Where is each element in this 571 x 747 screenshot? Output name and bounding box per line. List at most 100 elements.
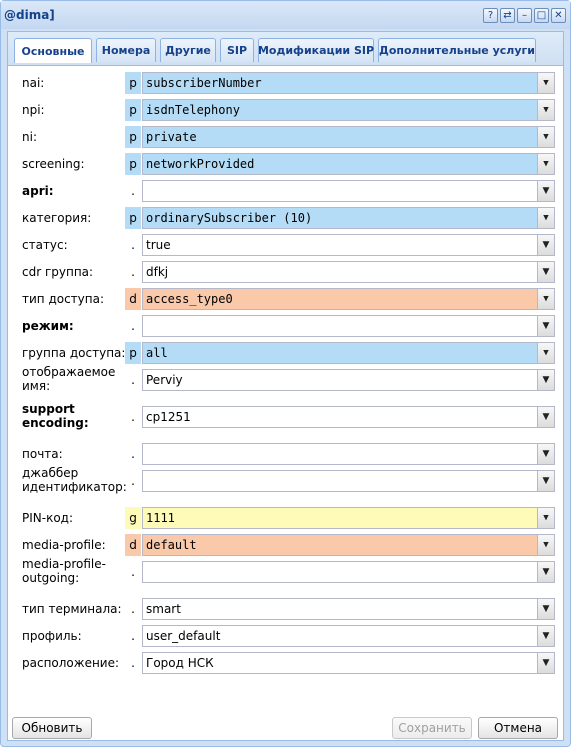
field-label: почта: (22, 447, 63, 461)
combo-field[interactable]: access_type0 ▼ (142, 288, 555, 310)
field-label: media-profile-outgoing: (22, 557, 106, 585)
cancel-button[interactable]: Отмена (478, 717, 558, 739)
source-flag: p (125, 72, 141, 94)
dropdown-trigger[interactable]: ▼ (537, 100, 554, 120)
field-label: support encoding: (22, 402, 89, 430)
combo-field[interactable]: all ▼ (142, 342, 555, 364)
dropdown-trigger[interactable]: ▼ (537, 471, 554, 491)
tab-3[interactable]: Другие (160, 38, 216, 62)
form-row: ni: p private ▼ (8, 126, 563, 152)
field-value: isdnTelephony (146, 103, 240, 117)
combo-field[interactable]: ▼ (142, 443, 555, 465)
combo-field[interactable]: 1111 ▼ (142, 507, 555, 529)
dropdown-trigger[interactable]: ▼ (537, 599, 554, 619)
dropdown-trigger[interactable]: ▼ (537, 235, 554, 255)
tab-6[interactable]: Дополнительные услуги (378, 38, 536, 62)
field-value: networkProvided (146, 157, 255, 171)
dropdown-trigger[interactable]: ▼ (537, 181, 554, 201)
field-label: тип доступа: (22, 292, 105, 306)
chevron-down-icon: ▼ (543, 77, 549, 88)
tab-5[interactable]: Модификации SIP (258, 38, 374, 62)
field-value: access_type0 (146, 292, 233, 306)
source-flag: p (125, 207, 141, 229)
dropdown-trigger[interactable]: ▼ (537, 508, 554, 528)
combo-field[interactable]: user_default ▼ (142, 625, 555, 647)
field-label: статус: (22, 238, 68, 252)
combo-field[interactable]: true ▼ (142, 234, 555, 256)
source-flag: . (131, 265, 135, 279)
dropdown-trigger[interactable]: ▼ (537, 316, 554, 336)
dropdown-trigger[interactable]: ▼ (537, 370, 554, 390)
dropdown-trigger[interactable]: ▼ (537, 535, 554, 555)
combo-field[interactable]: isdnTelephony ▼ (142, 99, 555, 121)
combo-field[interactable]: private ▼ (142, 126, 555, 148)
chevron-down-icon: ▼ (542, 185, 550, 196)
help-icon[interactable]: ? (483, 8, 498, 23)
field-value: smart (146, 602, 181, 616)
combo-field[interactable]: smart ▼ (142, 598, 555, 620)
dropdown-trigger[interactable]: ▼ (537, 289, 554, 309)
field-label: режим: (22, 319, 74, 333)
tab-1[interactable]: Основные (14, 38, 92, 63)
source-flag: . (131, 319, 135, 333)
field-value: subscriberNumber (146, 76, 262, 90)
combo-field[interactable]: ▼ (142, 470, 555, 492)
combo-field[interactable]: cp1251 ▼ (142, 406, 555, 428)
field-label: nai: (22, 76, 45, 90)
chevron-down-icon: ▼ (542, 448, 550, 459)
maximize-icon[interactable]: □ (534, 8, 549, 23)
refresh-icon[interactable]: ⇄ (500, 8, 515, 23)
combo-field[interactable]: default ▼ (142, 534, 555, 556)
dropdown-trigger[interactable]: ▼ (537, 562, 554, 582)
form-row: профиль:. user_default ▼ (8, 625, 563, 651)
save-button[interactable]: Сохранить (392, 717, 472, 739)
dropdown-trigger[interactable]: ▼ (537, 653, 554, 673)
field-value: private (146, 130, 197, 144)
source-flag: . (131, 629, 135, 643)
chevron-down-icon: ▼ (542, 566, 550, 577)
source-flag: . (131, 565, 135, 579)
source-flag: d (125, 288, 141, 310)
close-icon[interactable]: ✕ (551, 8, 566, 23)
chevron-down-icon: ▼ (542, 657, 550, 668)
combo-field[interactable]: ▼ (142, 561, 555, 583)
field-label: cdr группа: (22, 265, 94, 279)
dropdown-trigger[interactable]: ▼ (537, 626, 554, 646)
source-flag: p (125, 153, 141, 175)
combo-field[interactable]: dfkj ▼ (142, 261, 555, 283)
minimize-icon[interactable]: – (517, 8, 532, 23)
source-flag: p (125, 342, 141, 364)
combo-field[interactable]: networkProvided ▼ (142, 153, 555, 175)
dropdown-trigger[interactable]: ▼ (537, 444, 554, 464)
source-flag: p (125, 99, 141, 121)
combo-field[interactable]: ordinarySubscriber (10) ▼ (142, 207, 555, 229)
tab-2[interactable]: Номера (96, 38, 156, 62)
title-bar-buttons: ? ⇄ – □ ✕ (483, 8, 566, 23)
chevron-down-icon: ▼ (543, 539, 549, 550)
refresh-button[interactable]: Обновить (12, 717, 92, 739)
form-row: screening: p networkProvided ▼ (8, 153, 563, 179)
dropdown-trigger[interactable]: ▼ (537, 127, 554, 147)
combo-field[interactable]: ▼ (142, 315, 555, 337)
dropdown-trigger[interactable]: ▼ (537, 407, 554, 427)
field-label: screening: (22, 157, 85, 171)
dropdown-trigger[interactable]: ▼ (537, 262, 554, 282)
form-row: support encoding:. cp1251 ▼ (8, 402, 563, 432)
field-value: all (146, 346, 168, 360)
dropdown-trigger[interactable]: ▼ (537, 343, 554, 363)
form-row: режим:. ▼ (8, 315, 563, 341)
field-label: джаббер идентификатор: (22, 466, 127, 494)
tab-4[interactable]: SIP (220, 38, 254, 62)
combo-field[interactable]: Perviy ▼ (142, 369, 555, 391)
chevron-down-icon: ▼ (543, 293, 549, 304)
field-value: ordinarySubscriber (10) (146, 211, 313, 225)
dropdown-trigger[interactable]: ▼ (537, 208, 554, 228)
combo-field[interactable]: Город НСК ▼ (142, 652, 555, 674)
source-flag: . (131, 238, 135, 252)
dropdown-trigger[interactable]: ▼ (537, 154, 554, 174)
combo-field[interactable]: ▼ (142, 180, 555, 202)
field-value: Город НСК (146, 656, 214, 670)
form-row: тип терминала:. smart ▼ (8, 598, 563, 624)
dropdown-trigger[interactable]: ▼ (537, 73, 554, 93)
combo-field[interactable]: subscriberNumber ▼ (142, 72, 555, 94)
